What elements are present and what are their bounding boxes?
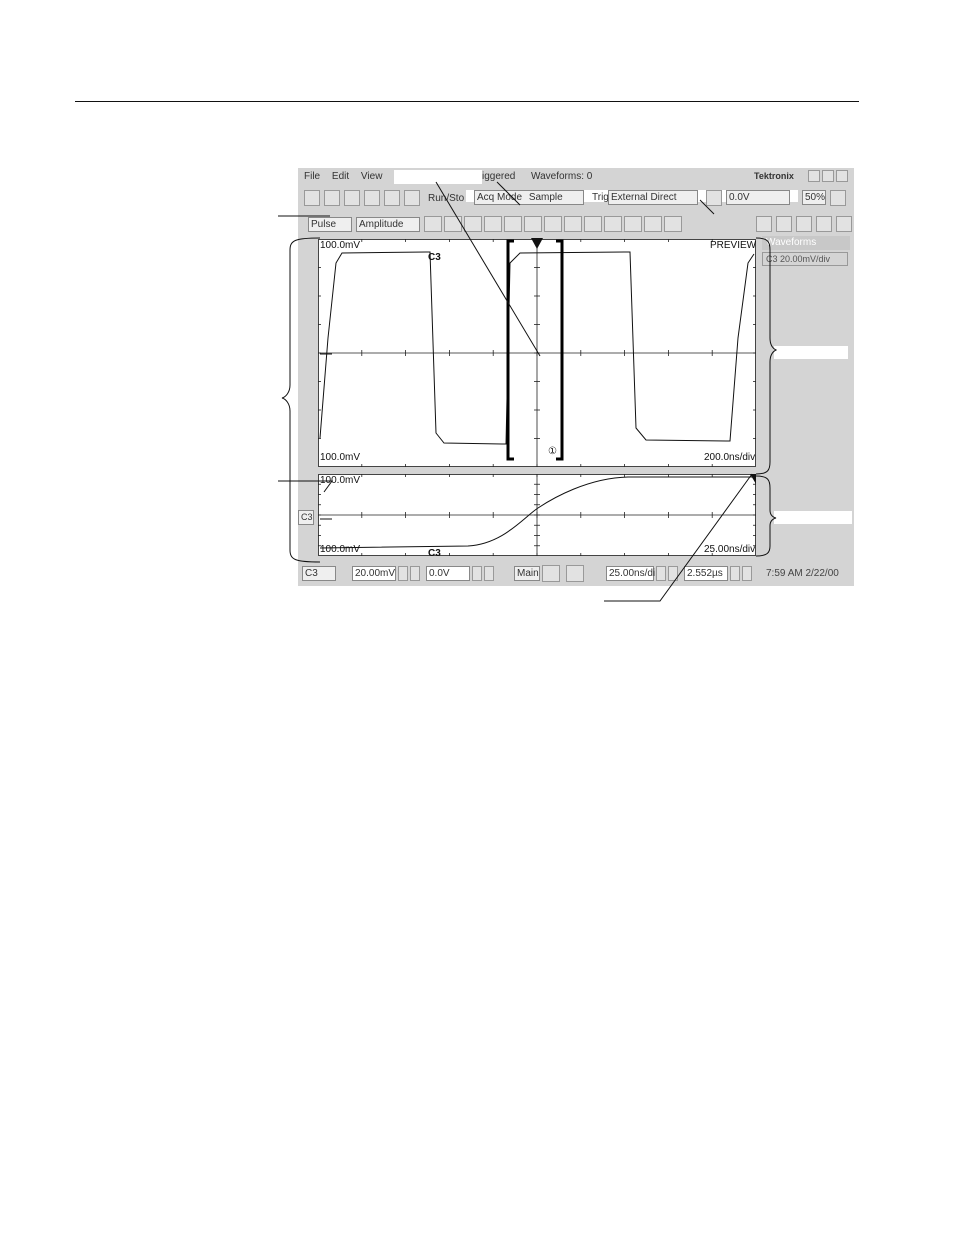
clock: 7:59 AM 2/22/00 [766, 568, 839, 579]
main-channel-label: C3 [428, 252, 441, 263]
main-timebase: 200.0ns/div [704, 452, 756, 463]
view-select[interactable]: Main [514, 566, 540, 581]
main-bottom-scale: 100.0mV [320, 452, 361, 463]
main-marker: ① [548, 446, 557, 457]
vertical-offset-stepper[interactable] [484, 566, 494, 581]
horizontal-scale-spinner[interactable] [656, 566, 666, 581]
vertical-offset-field[interactable]: 0.0V [426, 566, 470, 581]
vertical-scale-spinner[interactable] [398, 566, 408, 581]
horizontal-position-field[interactable]: 2.552µs [684, 566, 728, 581]
horizontal-position-stepper[interactable] [742, 566, 752, 581]
horizontal-position-spinner[interactable] [730, 566, 740, 581]
zoom-in-icon[interactable] [542, 565, 560, 582]
waveform-overlay [318, 238, 756, 556]
mag-timebase: 25.00ns/div [704, 544, 756, 555]
mag-channel-label: C3 [428, 548, 441, 559]
main-top-scale: 100.0mV [320, 240, 361, 251]
vertical-scale-field[interactable]: 20.00mV [352, 566, 396, 581]
status-channel-select[interactable]: C3 [302, 566, 336, 581]
zoom-box-right [556, 239, 564, 461]
horizontal-scale-field[interactable]: 25.00ns/di [606, 566, 655, 581]
page-header-rule [75, 101, 859, 102]
oscilloscope-window: File Edit View Se iggered Waveforms: 0 T… [298, 168, 854, 586]
zoom-out-icon[interactable] [566, 565, 584, 582]
trigger-position-icon [531, 238, 543, 249]
horizontal-scale-stepper[interactable] [668, 566, 678, 581]
vertical-offset-spinner[interactable] [472, 566, 482, 581]
preview-label: PREVIEW [710, 240, 757, 251]
zoom-box-left [506, 239, 514, 461]
mag-trigger-marker [750, 474, 756, 484]
vertical-scale-stepper[interactable] [410, 566, 420, 581]
mag-top-scale: 100.0mV [320, 475, 361, 486]
mag-bottom-scale: 100.0mV [320, 544, 361, 555]
